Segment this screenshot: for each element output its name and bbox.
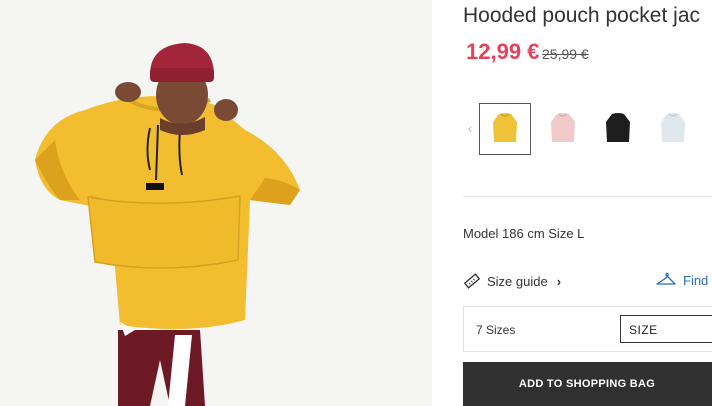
find-size-link[interactable]: Find (655, 272, 708, 288)
swatch-yellow[interactable] (479, 103, 531, 155)
find-size-label: Find (683, 272, 709, 288)
chevron-left-icon: ‹ (467, 120, 473, 136)
size-select-placeholder: SIZE (629, 323, 658, 337)
chevron-right-icon: › (556, 273, 562, 289)
jacket-thumbnail-yellow (493, 113, 517, 142)
add-to-bag-label: ADD TO SHOPPING BAG (518, 378, 656, 390)
product-photo-illustration (0, 0, 432, 406)
swatch-black[interactable] (592, 103, 644, 155)
original-price: 25,99 € (542, 46, 589, 62)
carousel-prev-button[interactable]: ‹ (465, 120, 475, 136)
swatch-pink[interactable] (537, 103, 589, 155)
ruler-icon (463, 273, 481, 289)
size-selector-container: 7 Sizes SIZE (463, 306, 712, 352)
size-guide-link[interactable]: Size guide › (463, 272, 561, 290)
jacket-thumbnail-pink (551, 113, 575, 142)
size-guide-label: Size guide (487, 273, 548, 289)
swatch-light-blue[interactable] (647, 103, 699, 155)
hanger-icon (656, 272, 676, 285)
jacket-thumbnail-light-blue (661, 113, 685, 142)
size-select[interactable]: SIZE (620, 315, 712, 343)
size-count: 7 Sizes (476, 323, 516, 337)
model-size-info: Model 186 cm Size L (463, 226, 585, 241)
current-price: 12,99 € (466, 39, 540, 64)
section-divider (463, 196, 712, 197)
product-title: Hooded pouch pocket jac (463, 4, 700, 27)
product-image[interactable] (0, 0, 432, 406)
jacket-thumbnail-black (606, 113, 630, 142)
add-to-bag-button[interactable]: ADD TO SHOPPING BAG (463, 362, 712, 406)
